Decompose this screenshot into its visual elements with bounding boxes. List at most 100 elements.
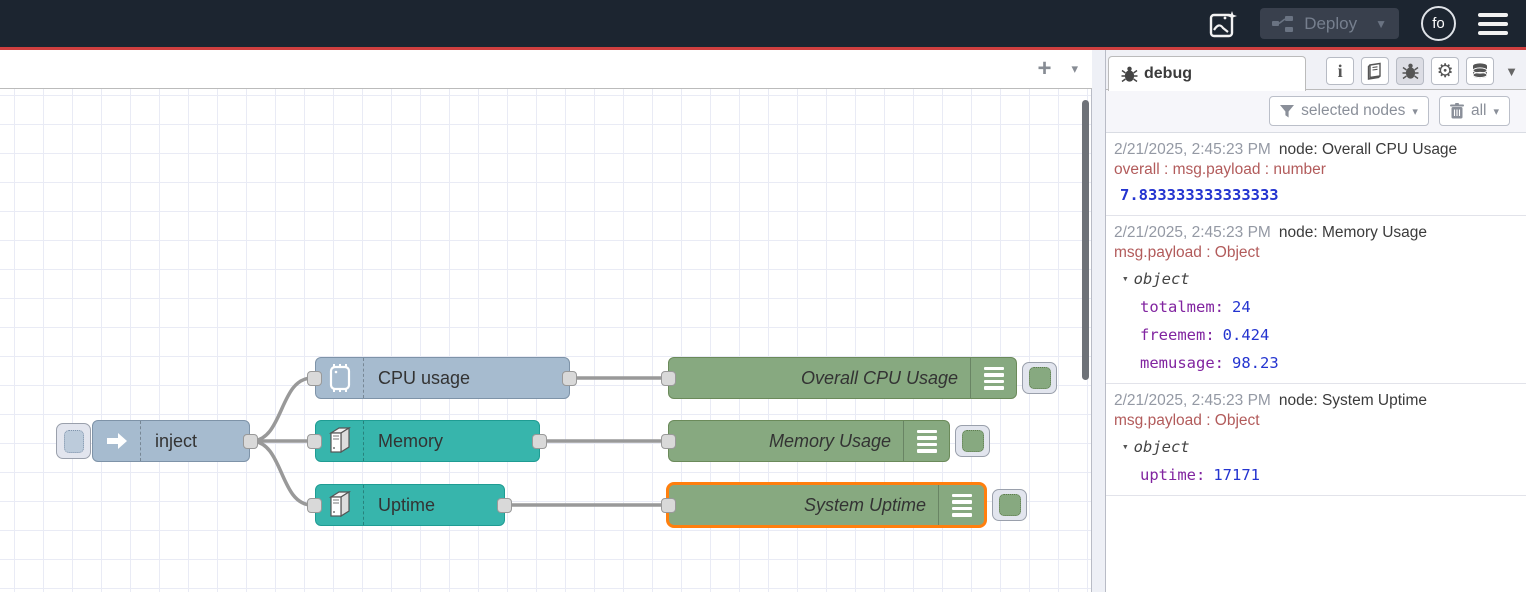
message-meta: overall : msg.payload : number xyxy=(1114,160,1518,180)
node-red-app: Deploy ▼ fo + ▾ xyxy=(0,0,1526,592)
node-label: System Uptime xyxy=(804,495,938,516)
object-expand-caret-icon[interactable]: ▾ xyxy=(1122,268,1129,290)
filter-label: selected nodes xyxy=(1301,102,1405,120)
wire-inject-to-cpu[interactable] xyxy=(251,378,312,441)
debug-message[interactable]: 2/21/2025, 2:45:23 PM node: Overall CPU U… xyxy=(1106,133,1526,216)
message-node-name: node: Overall CPU Usage xyxy=(1279,141,1457,158)
gear-icon: ⚙ xyxy=(1437,62,1454,81)
entry-value: 0.424 xyxy=(1223,326,1270,344)
system-uptime-toggle-button[interactable] xyxy=(992,489,1027,521)
node-system-uptime[interactable]: System Uptime xyxy=(666,482,987,528)
entry-key: memusage: xyxy=(1140,354,1224,372)
database-icon xyxy=(1471,62,1489,80)
debug-message-list: 2/21/2025, 2:45:23 PM node: Overall CPU U… xyxy=(1106,133,1526,496)
message-meta: msg.payload : Object xyxy=(1114,411,1518,431)
memory-usage-input-port[interactable] xyxy=(661,434,676,449)
debug-sidebar: debug i xyxy=(1106,50,1526,592)
debug-message[interactable]: 2/21/2025, 2:45:23 PMnode: System Uptime… xyxy=(1106,384,1526,496)
message-timestamp: 2/21/2025, 2:45:23 PM xyxy=(1114,141,1271,158)
object-entry: totalmem: 24 xyxy=(1114,290,1518,318)
flow-list-caret-icon[interactable]: ▾ xyxy=(1071,61,1078,77)
debug-output-icon xyxy=(938,485,984,525)
bug-icon xyxy=(1121,65,1138,83)
system-uptime-input-port[interactable] xyxy=(661,498,676,513)
canvas-vertical-scrollbar[interactable] xyxy=(1082,100,1089,380)
flow-canvas[interactable]: inject CPU usage xyxy=(0,89,1092,592)
deploy-caret-icon[interactable]: ▼ xyxy=(1375,17,1387,31)
clear-label: all xyxy=(1471,102,1487,120)
message-meta: msg.payload : Object xyxy=(1114,243,1518,263)
object-expand-caret-icon[interactable]: ▾ xyxy=(1122,436,1129,458)
object-entry: uptime:17171 xyxy=(1114,458,1518,486)
object-type-label: object xyxy=(1134,436,1190,458)
node-inject[interactable]: inject xyxy=(92,420,250,462)
tab-debug-button[interactable] xyxy=(1396,57,1424,85)
debug-toggle-inner xyxy=(999,494,1021,516)
message-node-name: node: Memory Usage xyxy=(1279,224,1427,241)
debug-toggle-inner xyxy=(962,430,984,452)
tab-info-button[interactable]: i xyxy=(1326,57,1354,85)
cpu-usage-output-port[interactable] xyxy=(562,371,577,386)
main-menu-icon[interactable] xyxy=(1478,13,1508,35)
clear-messages-button[interactable]: all ▾ xyxy=(1439,96,1510,126)
node-label: Uptime xyxy=(364,495,435,516)
info-icon: i xyxy=(1338,61,1343,82)
node-label: CPU usage xyxy=(364,368,470,389)
debug-filter-toolbar: selected nodes ▾ all ▾ xyxy=(1106,90,1526,133)
tab-config-button[interactable]: ⚙ xyxy=(1431,57,1459,85)
computer-tower-icon xyxy=(316,421,364,461)
node-uptime[interactable]: Uptime xyxy=(315,484,505,526)
filter-caret-icon: ▾ xyxy=(1412,105,1418,118)
sidebar-menu-caret-icon[interactable]: ▼ xyxy=(1505,64,1518,79)
debug-message[interactable]: 2/21/2025, 2:45:23 PMnode: Memory Usage … xyxy=(1106,216,1526,384)
sidebar-splitter[interactable] xyxy=(1092,50,1106,592)
computer-tower-icon xyxy=(316,485,364,525)
overall-cpu-usage-toggle-button[interactable] xyxy=(1022,362,1057,394)
inject-output-port[interactable] xyxy=(243,434,258,449)
node-memory-usage[interactable]: Memory Usage xyxy=(668,420,950,462)
clear-caret-icon: ▾ xyxy=(1493,105,1499,118)
debug-output-icon xyxy=(903,421,949,461)
memory-output-port[interactable] xyxy=(532,434,547,449)
trash-icon xyxy=(1450,103,1464,119)
entry-value: 98.23 xyxy=(1232,354,1279,372)
ai-assistant-icon[interactable] xyxy=(1208,9,1238,39)
tab-help-button[interactable] xyxy=(1361,57,1389,85)
node-label: Memory xyxy=(364,431,443,452)
workspace-tabbar: + ▾ xyxy=(0,50,1092,89)
node-label: inject xyxy=(141,431,197,452)
bug-icon xyxy=(1402,62,1419,80)
filter-selected-nodes-button[interactable]: selected nodes ▾ xyxy=(1269,96,1429,126)
debug-output-icon xyxy=(970,358,1016,398)
inject-trigger-inner xyxy=(64,430,84,453)
wire-inject-to-uptime[interactable] xyxy=(251,441,312,505)
deploy-button[interactable]: Deploy ▼ xyxy=(1260,8,1399,39)
entry-key: totalmem: xyxy=(1140,298,1224,316)
node-memory[interactable]: Memory xyxy=(315,420,540,462)
overall-cpu-usage-input-port[interactable] xyxy=(661,371,676,386)
user-initials: fo xyxy=(1432,15,1445,32)
debug-toggle-inner xyxy=(1029,367,1051,389)
memory-input-port[interactable] xyxy=(307,434,322,449)
book-icon xyxy=(1366,62,1384,80)
uptime-output-port[interactable] xyxy=(497,498,512,513)
message-timestamp: 2/21/2025, 2:45:23 PM xyxy=(1114,392,1271,409)
uptime-input-port[interactable] xyxy=(307,498,322,513)
message-payload-value: 7.833333333333333 xyxy=(1114,180,1518,206)
node-label: Overall CPU Usage xyxy=(801,368,970,389)
memory-usage-toggle-button[interactable] xyxy=(955,425,990,457)
entry-key: freemem: xyxy=(1140,326,1215,344)
object-entry: memusage: 98.23 xyxy=(1114,346,1518,374)
inject-trigger-button[interactable] xyxy=(56,423,91,459)
user-avatar[interactable]: fo xyxy=(1421,6,1456,41)
add-flow-button[interactable]: + xyxy=(1037,57,1051,81)
tab-context-button[interactable] xyxy=(1466,57,1494,85)
node-overall-cpu-usage[interactable]: Overall CPU Usage xyxy=(668,357,1017,399)
entry-value: 24 xyxy=(1232,298,1251,316)
tab-debug[interactable]: debug xyxy=(1108,56,1306,91)
node-label: Memory Usage xyxy=(769,431,903,452)
cpu-usage-input-port[interactable] xyxy=(307,371,322,386)
cpu-chip-icon xyxy=(316,358,364,398)
sidebar-tabbar: debug i xyxy=(1106,50,1526,90)
node-cpu-usage[interactable]: CPU usage xyxy=(315,357,570,399)
